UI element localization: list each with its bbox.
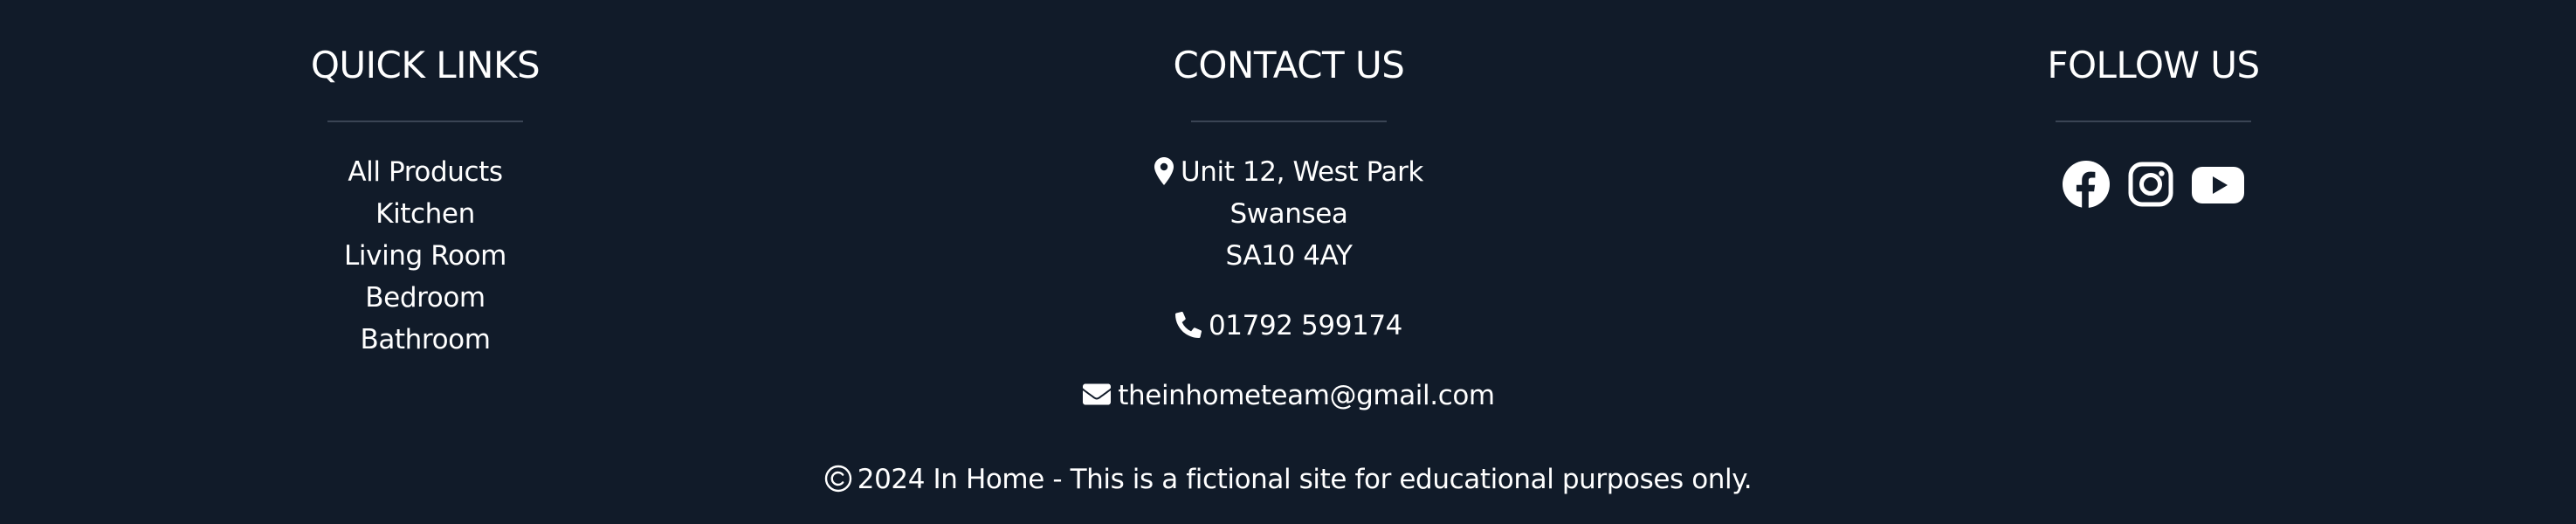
quick-link-label[interactable]: Bathroom bbox=[360, 324, 490, 355]
youtube-icon bbox=[2192, 167, 2244, 203]
contact-heading: CONTACT US bbox=[1173, 44, 1405, 86]
quick-link-label[interactable]: Living Room bbox=[344, 240, 506, 272]
follow-divider bbox=[2056, 121, 2251, 122]
youtube-link[interactable] bbox=[2190, 159, 2246, 210]
instagram-link[interactable] bbox=[2125, 159, 2176, 210]
quick-link-living-room[interactable]: Living Room bbox=[120, 235, 731, 277]
email-row[interactable]: theinhometeam@gmail.com bbox=[983, 375, 1595, 417]
contact-divider bbox=[1191, 121, 1387, 122]
address-block: Unit 12, West Park Swansea SA10 4AY bbox=[983, 151, 1595, 277]
address-text: SA10 4AY bbox=[1225, 240, 1353, 272]
quick-link-label[interactable]: Kitchen bbox=[375, 198, 475, 230]
address-text: Unit 12, West Park bbox=[1181, 156, 1423, 188]
quick-link-label[interactable]: All Products bbox=[348, 156, 503, 188]
quick-link-bedroom[interactable]: Bedroom bbox=[120, 277, 731, 319]
follow-heading: FOLLOW US bbox=[2047, 44, 2260, 86]
quick-link-kitchen[interactable]: Kitchen bbox=[120, 193, 731, 235]
phone-number[interactable]: 01792 599174 bbox=[1209, 310, 1402, 341]
quick-links-divider bbox=[327, 121, 523, 122]
site-footer: QUICK LINKS All Products Kitchen Living … bbox=[0, 0, 2576, 524]
phone-row[interactable]: 01792 599174 bbox=[983, 305, 1595, 347]
phone-icon bbox=[1174, 311, 1202, 338]
quick-link-label[interactable]: Bedroom bbox=[365, 282, 486, 314]
address-line-3: SA10 4AY bbox=[983, 235, 1595, 277]
facebook-icon bbox=[2063, 161, 2110, 208]
email-address[interactable]: theinhometeam@gmail.com bbox=[1118, 380, 1495, 411]
copyright-icon bbox=[824, 465, 851, 492]
address-text: Swansea bbox=[1229, 198, 1348, 230]
address-line-1: Unit 12, West Park bbox=[983, 151, 1595, 193]
facebook-link[interactable] bbox=[2061, 159, 2111, 210]
social-icons bbox=[1848, 159, 2459, 210]
quick-links-list: All Products Kitchen Living Room Bedroom… bbox=[120, 151, 731, 361]
envelope-icon bbox=[1083, 383, 1112, 404]
quick-link-all-products[interactable]: All Products bbox=[120, 151, 731, 193]
address-line-2: Swansea bbox=[983, 193, 1595, 235]
instagram-icon bbox=[2128, 162, 2173, 207]
copyright-notice: 2024 In Home - This is a fictional site … bbox=[0, 458, 2576, 500]
copyright-text: 2024 In Home - This is a fictional site … bbox=[857, 464, 1753, 495]
quick-links-heading: QUICK LINKS bbox=[310, 44, 541, 86]
quick-link-bathroom[interactable]: Bathroom bbox=[120, 319, 731, 361]
map-marker-icon bbox=[1154, 156, 1174, 185]
